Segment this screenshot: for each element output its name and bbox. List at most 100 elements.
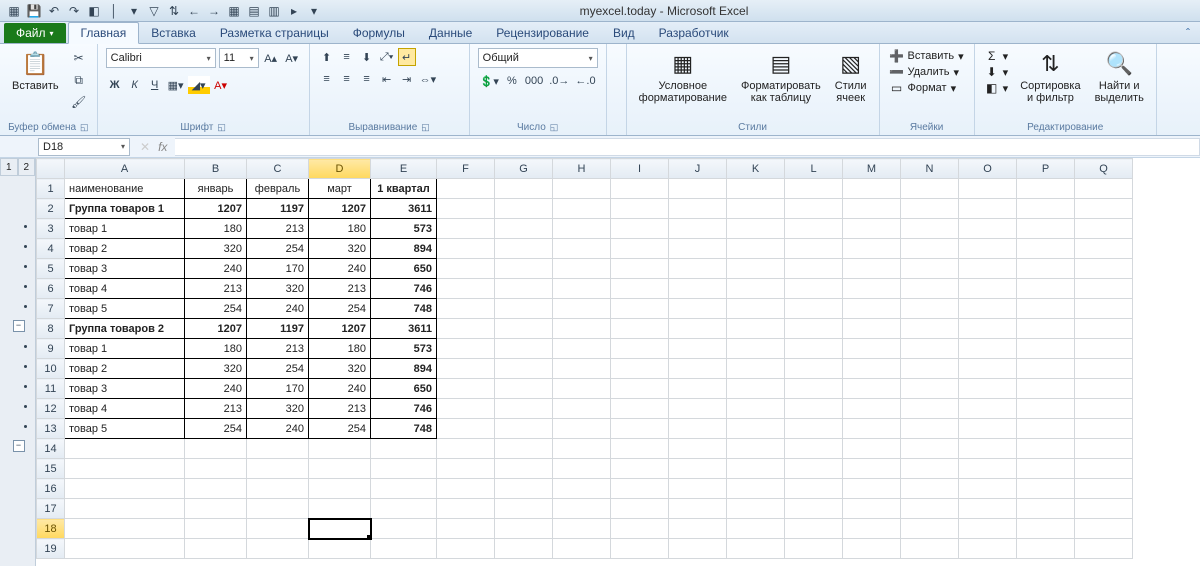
cell[interactable]: [437, 499, 495, 519]
cell[interactable]: [785, 459, 843, 479]
cell[interactable]: [437, 379, 495, 399]
cell[interactable]: [669, 519, 727, 539]
cell[interactable]: [901, 499, 959, 519]
align-bottom-icon[interactable]: ⬇: [358, 48, 376, 66]
cell[interactable]: 1207: [185, 199, 247, 219]
cell[interactable]: [437, 519, 495, 539]
cell[interactable]: [1075, 419, 1133, 439]
cell[interactable]: [309, 439, 371, 459]
cell[interactable]: [959, 319, 1017, 339]
underline-button[interactable]: Ч: [146, 76, 164, 94]
cell[interactable]: [611, 379, 669, 399]
cell[interactable]: [727, 519, 785, 539]
cell[interactable]: [669, 539, 727, 559]
percent-icon[interactable]: %: [503, 72, 521, 90]
cell[interactable]: 170: [247, 379, 309, 399]
cell[interactable]: [785, 319, 843, 339]
cell[interactable]: 254: [247, 359, 309, 379]
cell[interactable]: [437, 399, 495, 419]
cell[interactable]: [185, 459, 247, 479]
cell[interactable]: [65, 519, 185, 539]
cell[interactable]: [611, 259, 669, 279]
cell[interactable]: [1017, 299, 1075, 319]
cell[interactable]: [843, 279, 901, 299]
cell[interactable]: [553, 419, 611, 439]
decrease-font-icon[interactable]: A▾: [283, 49, 301, 67]
cell[interactable]: [185, 539, 247, 559]
cell[interactable]: [959, 539, 1017, 559]
cell[interactable]: [1017, 339, 1075, 359]
cell[interactable]: [901, 359, 959, 379]
cell[interactable]: товар 3: [65, 379, 185, 399]
tab-formulas[interactable]: Формулы: [341, 23, 417, 43]
cell[interactable]: [669, 179, 727, 199]
cell[interactable]: [959, 179, 1017, 199]
cell[interactable]: [843, 459, 901, 479]
cell[interactable]: товар 2: [65, 359, 185, 379]
cell[interactable]: [495, 539, 553, 559]
cell[interactable]: 573: [371, 339, 437, 359]
cell[interactable]: [959, 259, 1017, 279]
increase-indent-icon[interactable]: ⇥: [398, 70, 416, 88]
cell[interactable]: [959, 239, 1017, 259]
cell[interactable]: [437, 179, 495, 199]
decrease-indent-icon[interactable]: ⇤: [378, 70, 396, 88]
cell[interactable]: [371, 439, 437, 459]
cell[interactable]: товар 1: [65, 339, 185, 359]
copy-icon[interactable]: ⧉: [69, 70, 89, 90]
cell[interactable]: товар 5: [65, 419, 185, 439]
cell[interactable]: [1017, 359, 1075, 379]
align-top-icon[interactable]: ⬆: [318, 48, 336, 66]
cell[interactable]: [437, 239, 495, 259]
cell[interactable]: [959, 199, 1017, 219]
cell[interactable]: [495, 299, 553, 319]
cell[interactable]: [553, 519, 611, 539]
cell[interactable]: [669, 279, 727, 299]
cell[interactable]: [669, 199, 727, 219]
cell[interactable]: 320: [185, 239, 247, 259]
cell[interactable]: [65, 479, 185, 499]
decrease-decimal-icon[interactable]: ←.0: [573, 72, 597, 90]
cell[interactable]: [843, 299, 901, 319]
cell[interactable]: [959, 519, 1017, 539]
bold-button[interactable]: Ж: [106, 76, 124, 94]
cell-styles-button[interactable]: ▧ Стили ячеек: [831, 48, 871, 106]
cell[interactable]: [611, 359, 669, 379]
cell[interactable]: [495, 379, 553, 399]
cell[interactable]: [785, 239, 843, 259]
cell[interactable]: [669, 299, 727, 319]
cell[interactable]: [727, 179, 785, 199]
row-header[interactable]: 9: [37, 339, 65, 359]
cell[interactable]: [727, 319, 785, 339]
qat-icon-3[interactable]: ⇅: [166, 3, 182, 19]
align-middle-icon[interactable]: ≡: [338, 48, 356, 66]
select-all-corner[interactable]: [37, 159, 65, 179]
cell[interactable]: 320: [247, 399, 309, 419]
cell[interactable]: [901, 199, 959, 219]
cell[interactable]: [247, 479, 309, 499]
cell[interactable]: [1017, 419, 1075, 439]
row-header[interactable]: 7: [37, 299, 65, 319]
cell[interactable]: [553, 219, 611, 239]
cell[interactable]: [1017, 219, 1075, 239]
cell[interactable]: 650: [371, 259, 437, 279]
conditional-formatting-button[interactable]: ▦ Условное форматирование: [635, 48, 731, 106]
cell[interactable]: [1075, 339, 1133, 359]
cell[interactable]: 1197: [247, 319, 309, 339]
column-header[interactable]: H: [553, 159, 611, 179]
cell[interactable]: [1075, 199, 1133, 219]
cell[interactable]: [785, 519, 843, 539]
cell[interactable]: [495, 479, 553, 499]
cell[interactable]: [65, 439, 185, 459]
wrap-text-icon[interactable]: ↵: [398, 48, 416, 66]
align-right-icon[interactable]: ≡: [358, 70, 376, 88]
cell[interactable]: [371, 539, 437, 559]
row-header[interactable]: 15: [37, 459, 65, 479]
delete-cells-button[interactable]: ➖Удалить ▾: [888, 64, 966, 80]
qat-icon[interactable]: ◧: [86, 3, 102, 19]
row-header[interactable]: 10: [37, 359, 65, 379]
cell[interactable]: 1207: [185, 319, 247, 339]
cell[interactable]: [611, 399, 669, 419]
cell[interactable]: 240: [247, 299, 309, 319]
cell[interactable]: [785, 499, 843, 519]
